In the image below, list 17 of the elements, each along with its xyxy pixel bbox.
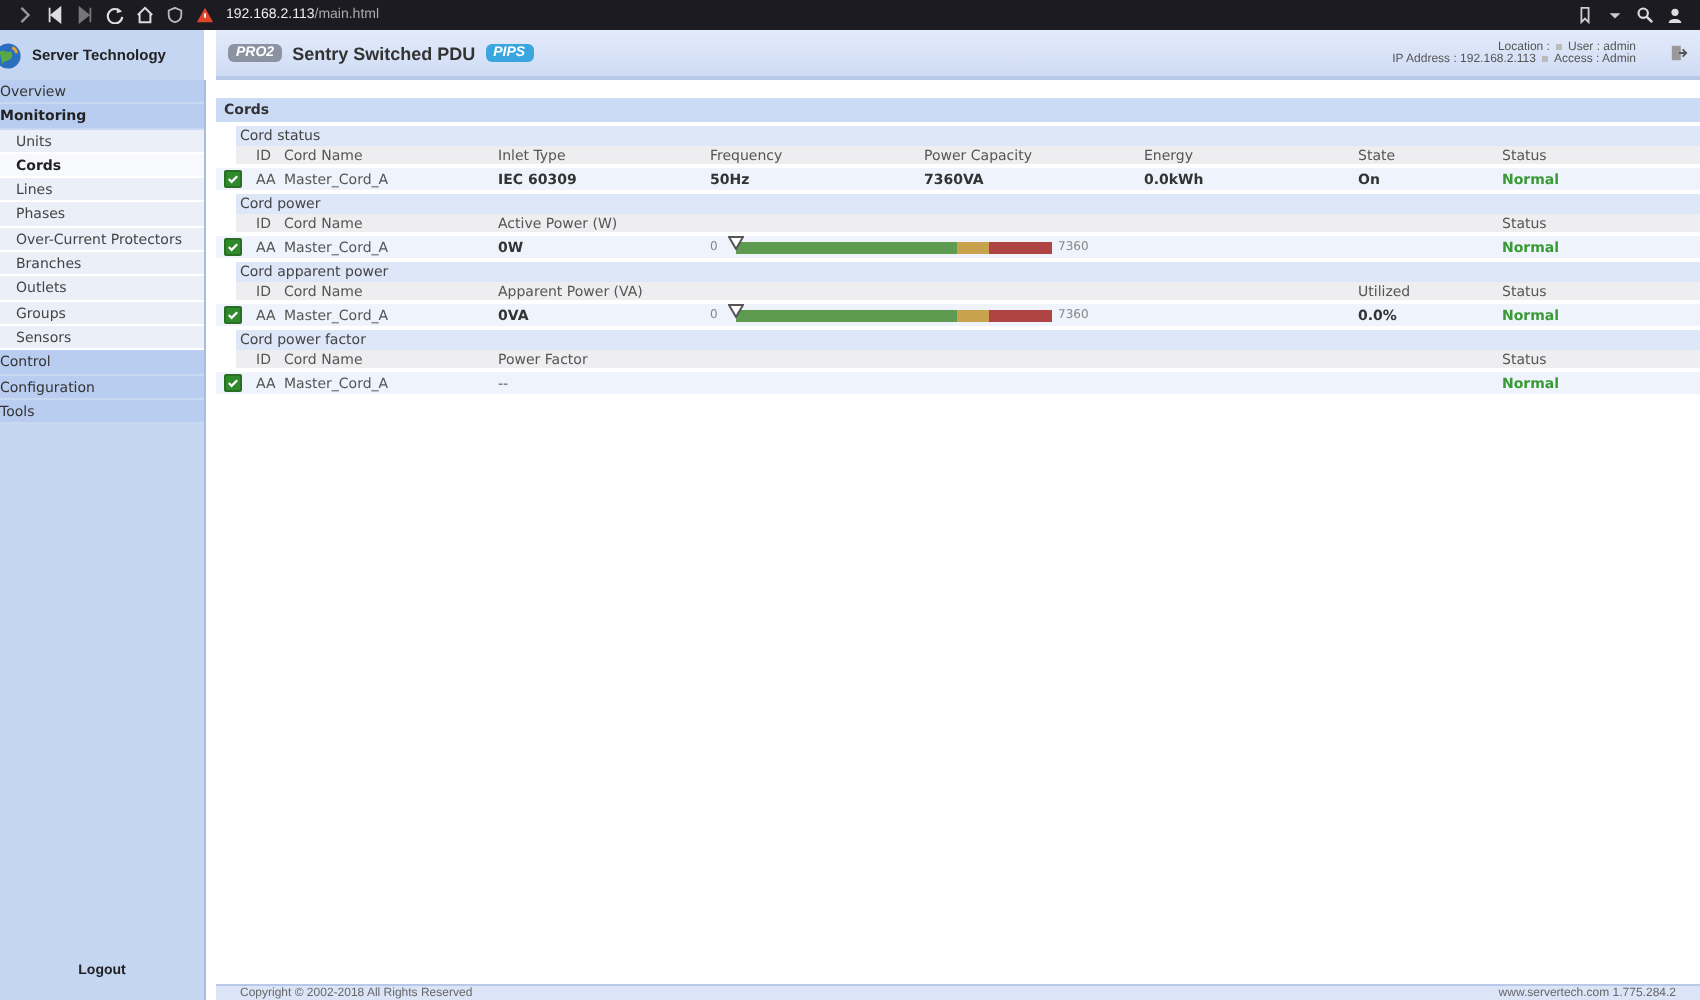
reload-icon[interactable] <box>106 6 124 24</box>
bookmark-icon[interactable] <box>1576 6 1594 24</box>
shield-icon <box>166 6 184 24</box>
globe-icon <box>0 41 22 69</box>
home-icon[interactable] <box>136 6 154 24</box>
profile-icon[interactable] <box>1666 6 1684 24</box>
checkbox[interactable] <box>224 306 242 324</box>
checkbox[interactable] <box>224 374 242 392</box>
logout-icon[interactable] <box>1670 44 1688 62</box>
product-title: Sentry Switched PDU <box>292 43 476 63</box>
search-icon[interactable] <box>1636 6 1654 24</box>
forward-icon[interactable] <box>16 6 34 24</box>
warning-icon <box>196 6 214 24</box>
checkbox[interactable] <box>224 238 242 256</box>
skip-back-icon[interactable] <box>46 6 64 24</box>
checkbox[interactable] <box>224 170 242 188</box>
skip-forward-icon[interactable] <box>76 6 94 24</box>
